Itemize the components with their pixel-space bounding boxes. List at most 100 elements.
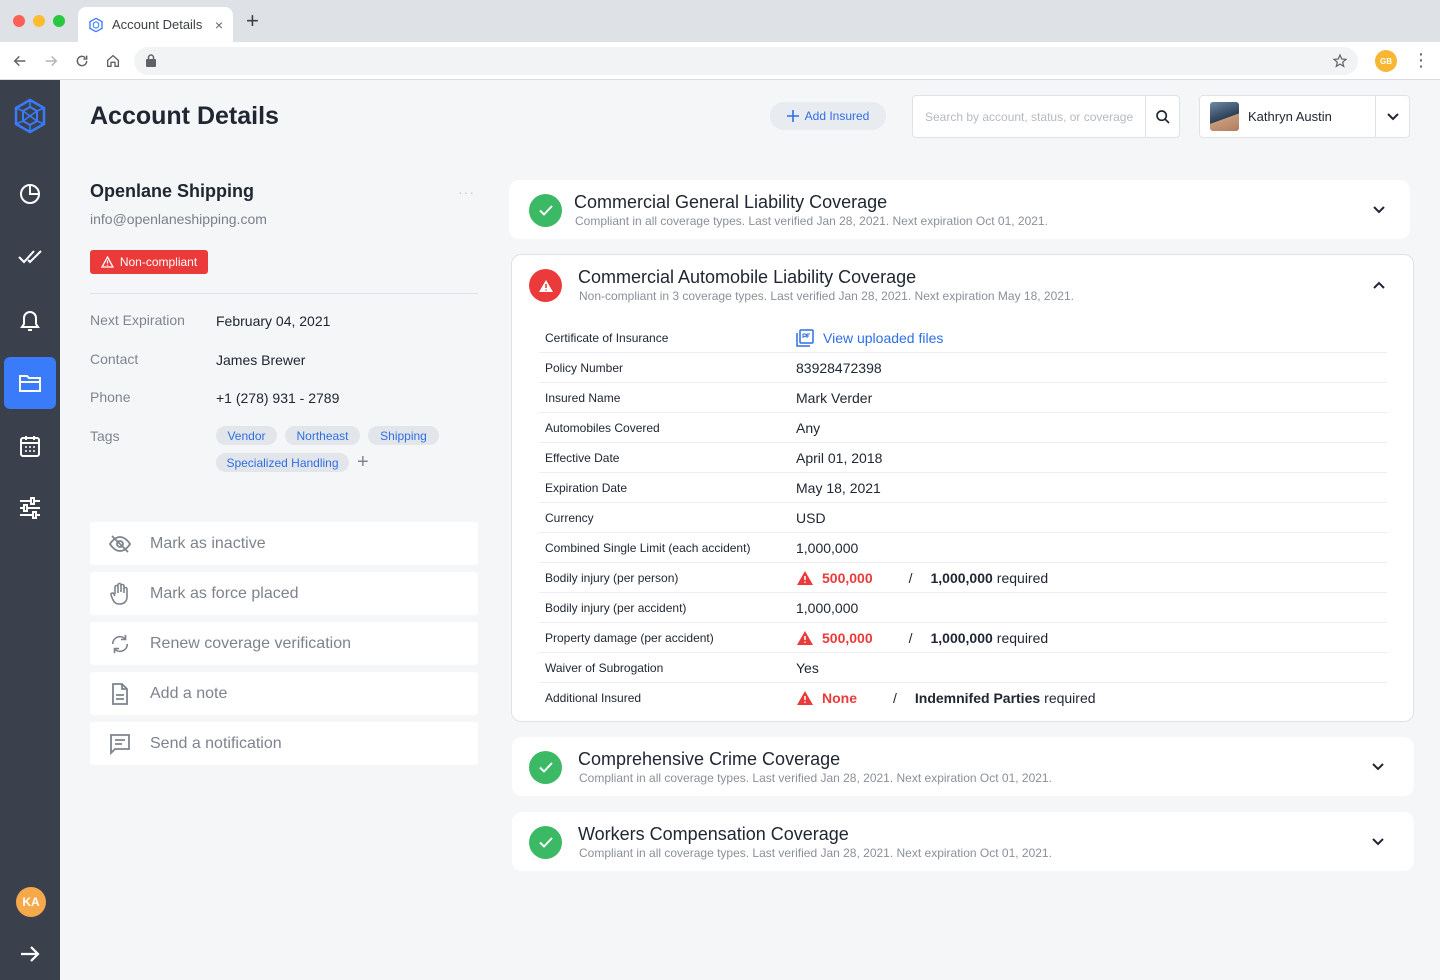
coverage-subtitle: Non-compliant in 3 coverage types. Last … bbox=[579, 289, 1074, 303]
more-options-icon[interactable]: ··· bbox=[458, 184, 475, 200]
required-suffix: required bbox=[1044, 690, 1096, 706]
bookmark-star-icon[interactable] bbox=[1332, 53, 1348, 69]
add-tag-button[interactable]: + bbox=[357, 452, 369, 472]
sidebar-item-accounts[interactable] bbox=[4, 357, 56, 409]
table-row: Currency USD bbox=[539, 503, 1387, 533]
profile-avatar[interactable]: GB bbox=[1375, 50, 1397, 72]
check-icon bbox=[529, 194, 562, 227]
table-row: Property damage (per accident) 500,000 /… bbox=[539, 623, 1387, 653]
window-maximize-dot[interactable] bbox=[53, 15, 65, 27]
window-close-dot[interactable] bbox=[13, 15, 25, 27]
eye-off-icon bbox=[90, 534, 150, 554]
reload-icon[interactable] bbox=[72, 51, 92, 71]
force-placed-button[interactable]: Mark as force placed bbox=[90, 572, 478, 615]
coverage-card-general-liability[interactable]: Commercial General Liability Coverage Co… bbox=[509, 180, 1410, 239]
user-avatar[interactable]: KA bbox=[16, 887, 46, 917]
coverage-card-crime[interactable]: Comprehensive Crime Coverage Compliant i… bbox=[512, 737, 1414, 796]
row-value-deficient: 500,000 / 1,000,000 required bbox=[796, 570, 1048, 586]
row-label: Expiration Date bbox=[545, 480, 628, 495]
folder-icon bbox=[19, 375, 41, 392]
contact-value: James Brewer bbox=[216, 352, 306, 368]
mark-inactive-label: Mark as inactive bbox=[150, 534, 266, 552]
address-bar[interactable] bbox=[134, 47, 1358, 75]
row-value: Mark Verder bbox=[796, 389, 873, 406]
separator: / bbox=[893, 690, 897, 706]
row-value: USD bbox=[796, 509, 826, 526]
view-files-label: View uploaded files bbox=[823, 329, 944, 346]
renew-verification-label: Renew coverage verification bbox=[150, 634, 351, 652]
note-icon bbox=[90, 682, 150, 705]
table-row: Bodily injury (per person) 500,000 / 1,0… bbox=[539, 563, 1387, 593]
add-note-label: Add a note bbox=[150, 684, 228, 702]
send-notification-button[interactable]: Send a notification bbox=[90, 722, 478, 765]
table-row: Certificate of Insurance View uploaded f… bbox=[539, 323, 1387, 353]
tag-shipping[interactable]: Shipping bbox=[368, 426, 439, 445]
separator: / bbox=[908, 629, 913, 646]
table-row: Policy Number 83928472398 bbox=[539, 353, 1387, 383]
row-value-deficient: 500,000 / 1,000,000 required bbox=[796, 630, 1048, 646]
sliders-icon bbox=[20, 497, 40, 519]
back-icon[interactable] bbox=[10, 51, 30, 71]
mark-inactive-button[interactable]: Mark as inactive bbox=[90, 522, 478, 565]
required-value: 1,000,000 bbox=[930, 569, 993, 586]
coverage-details-table: Certificate of Insurance View uploaded f… bbox=[539, 323, 1387, 713]
favicon-icon bbox=[89, 17, 103, 32]
user-dropdown-toggle[interactable] bbox=[1375, 96, 1409, 137]
required-suffix: required bbox=[996, 629, 1049, 646]
sidebar-item-settings[interactable] bbox=[4, 482, 56, 534]
coverage-subtitle: Compliant in all coverage types. Last ve… bbox=[579, 846, 1052, 860]
force-placed-label: Mark as force placed bbox=[150, 584, 299, 602]
row-label: Additional Insured bbox=[545, 691, 642, 705]
chevron-down-icon bbox=[1386, 112, 1399, 120]
required-value: Indemnifed Parties bbox=[914, 690, 1041, 706]
search-input[interactable] bbox=[913, 96, 1145, 137]
refresh-icon bbox=[90, 633, 150, 655]
chevron-down-icon[interactable] bbox=[1372, 763, 1384, 771]
renew-verification-button[interactable]: Renew coverage verification bbox=[90, 622, 478, 665]
home-icon[interactable] bbox=[103, 51, 123, 71]
user-dropdown[interactable]: Kathryn Austin bbox=[1199, 95, 1410, 138]
tab-close-icon[interactable]: × bbox=[215, 17, 223, 33]
plus-icon bbox=[786, 110, 799, 122]
search-box bbox=[912, 95, 1180, 138]
browser-tab[interactable]: Account Details × bbox=[78, 7, 233, 42]
status-badge: Non-compliant bbox=[90, 250, 208, 274]
forward-icon[interactable] bbox=[41, 51, 61, 71]
chevron-down-icon[interactable] bbox=[1373, 206, 1385, 214]
coverage-title[interactable]: Commercial Automobile Liability Coverage bbox=[578, 267, 916, 288]
new-tab-button[interactable]: + bbox=[246, 10, 259, 32]
view-files-link[interactable]: View uploaded files bbox=[796, 328, 944, 347]
row-value-deficient: None / Indemnifed Parties required bbox=[796, 690, 1096, 706]
add-note-button[interactable]: Add a note bbox=[90, 672, 478, 715]
row-value: May 18, 2021 bbox=[796, 479, 881, 496]
browser-menu-icon[interactable]: ⋮ bbox=[1412, 51, 1430, 69]
window-minimize-dot[interactable] bbox=[33, 15, 45, 27]
sidebar-item-calendar[interactable] bbox=[4, 420, 56, 472]
chevron-up-icon[interactable] bbox=[1373, 281, 1385, 289]
tab-title: Account Details bbox=[112, 17, 203, 32]
send-notification-label: Send a notification bbox=[150, 734, 282, 752]
search-button[interactable] bbox=[1145, 96, 1179, 137]
next-expiration-value: February 04, 2021 bbox=[216, 313, 331, 329]
status-badge-label: Non-compliant bbox=[119, 255, 198, 269]
expand-arrow-icon[interactable] bbox=[18, 944, 42, 964]
sidebar-item-tasks[interactable] bbox=[4, 230, 56, 282]
check-icon bbox=[529, 826, 562, 859]
row-value: April 01, 2018 bbox=[796, 449, 883, 466]
required-suffix: required bbox=[996, 569, 1049, 586]
add-insured-button[interactable]: Add Insured bbox=[770, 102, 886, 130]
browser-tab-bar: Account Details × + bbox=[0, 0, 1440, 42]
tag-vendor[interactable]: Vendor bbox=[216, 426, 277, 445]
current-value: 500,000 bbox=[822, 629, 873, 646]
logo-icon[interactable] bbox=[12, 98, 48, 134]
tag-specialized-handling[interactable]: Specialized Handling bbox=[216, 453, 349, 472]
required-value: 1,000,000 bbox=[930, 629, 993, 646]
coverage-card-workers-comp[interactable]: Workers Compensation Coverage Compliant … bbox=[512, 812, 1414, 871]
sidebar-item-notifications[interactable] bbox=[4, 295, 56, 347]
sidebar-item-dashboard[interactable] bbox=[4, 168, 56, 220]
divider bbox=[90, 293, 478, 294]
table-row: Automobiles Covered Any bbox=[539, 413, 1387, 443]
tag-northeast[interactable]: Northeast bbox=[285, 426, 360, 445]
warning-icon bbox=[797, 570, 813, 585]
chevron-down-icon[interactable] bbox=[1372, 838, 1384, 846]
